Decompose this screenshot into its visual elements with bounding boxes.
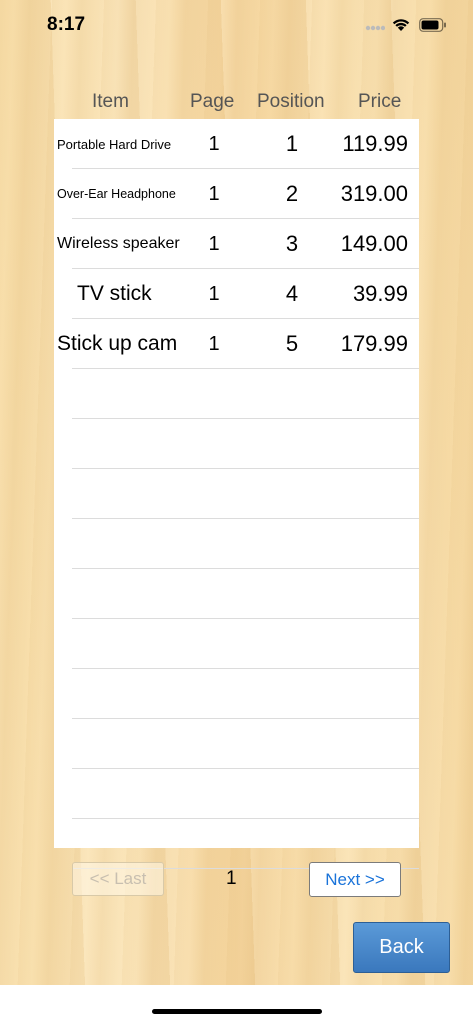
cell-price: 119.99 bbox=[342, 131, 408, 156]
current-page-number: 1 bbox=[226, 868, 237, 889]
status-bar: 8:17 bbox=[0, 0, 473, 50]
table-row[interactable]: Over-Ear Headphone 1 2 319.00 bbox=[54, 169, 419, 219]
next-page-button[interactable]: Next >> bbox=[309, 862, 401, 897]
home-indicator[interactable] bbox=[152, 1009, 322, 1014]
cell-position: 2 bbox=[285, 181, 299, 206]
table-row-empty bbox=[54, 569, 419, 619]
cell-position: 4 bbox=[285, 281, 299, 306]
status-time: 8:17 bbox=[47, 14, 86, 35]
cell-page: 1 bbox=[208, 332, 220, 355]
table-row-empty bbox=[54, 669, 419, 719]
table-row[interactable]: TV stick 1 4 39.99 bbox=[54, 269, 419, 319]
table-row-empty bbox=[54, 419, 419, 469]
items-table[interactable]: Portable Hard Drive 1 1 119.99 Over-Ear … bbox=[54, 119, 419, 869]
header-page: Page bbox=[190, 91, 235, 112]
last-page-button[interactable]: << Last bbox=[72, 862, 164, 896]
cell-item: TV stick bbox=[77, 282, 152, 305]
cell-page: 1 bbox=[208, 282, 220, 305]
cell-item: Portable Hard Drive bbox=[57, 136, 172, 152]
cell-item: Wireless speaker bbox=[57, 235, 180, 252]
table-row[interactable]: Portable Hard Drive 1 1 119.99 bbox=[54, 119, 419, 169]
cell-position: 3 bbox=[285, 231, 299, 256]
cell-item: Over-Ear Headphone bbox=[57, 187, 176, 201]
table-row-empty bbox=[54, 519, 419, 569]
table-row[interactable]: Wireless speaker 1 3 149.00 bbox=[54, 219, 419, 269]
table-row[interactable]: Stick up cam 1 5 179.99 bbox=[54, 319, 419, 369]
cell-price: 149.00 bbox=[340, 231, 408, 256]
battery-icon bbox=[419, 18, 446, 32]
header-price: Price bbox=[358, 91, 402, 112]
cell-page: 1 bbox=[208, 232, 220, 255]
header-item: Item bbox=[92, 91, 129, 112]
cell-price: 39.99 bbox=[352, 281, 408, 306]
cell-item: Stick up cam bbox=[57, 332, 178, 355]
cell-price: 319.00 bbox=[340, 181, 408, 206]
cell-page: 1 bbox=[208, 182, 220, 205]
cell-position: 1 bbox=[285, 131, 299, 156]
cell-price: 179.99 bbox=[340, 331, 408, 356]
table-row-empty bbox=[54, 369, 419, 419]
table-row-empty bbox=[54, 619, 419, 669]
cell-page: 1 bbox=[208, 132, 220, 155]
header-position: Position bbox=[257, 91, 325, 112]
table-row-empty bbox=[54, 719, 419, 769]
cellular-signal-icon bbox=[365, 25, 385, 31]
cell-position: 5 bbox=[285, 331, 299, 356]
table-row-empty bbox=[54, 769, 419, 819]
wifi-icon bbox=[392, 19, 410, 31]
back-button[interactable]: Back bbox=[353, 922, 450, 973]
table-row-empty bbox=[54, 469, 419, 519]
